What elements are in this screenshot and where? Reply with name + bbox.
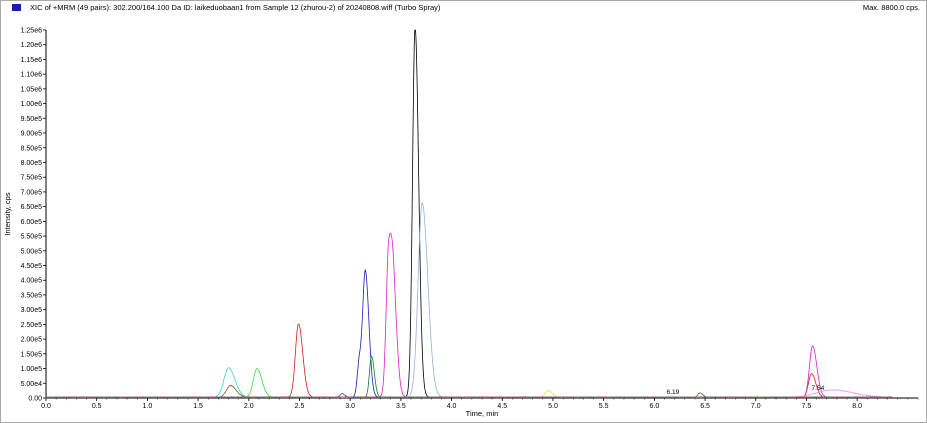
y-tick-label: 8.00e5 — [21, 160, 43, 167]
x-tick-label: 2.0 — [244, 403, 254, 410]
x-tick-label: 7.5 — [802, 403, 812, 410]
y-tick-label: 2.50e5 — [21, 322, 43, 329]
x-tick-label: 4.5 — [497, 403, 507, 410]
x-tick-label: 3.5 — [396, 403, 406, 410]
trace-line — [46, 389, 893, 399]
trace-line — [45, 323, 893, 399]
y-tick-label: 1.10e6 — [21, 72, 43, 79]
trace-line — [45, 367, 893, 399]
y-tick-label: 3.50e5 — [21, 292, 43, 299]
x-tick-label: 1.0 — [143, 403, 153, 410]
trace-line — [45, 269, 893, 399]
trace-line — [45, 384, 893, 399]
trace-line — [45, 355, 893, 399]
x-tick-label: 4.0 — [447, 403, 457, 410]
y-tick-label: 5.00e4 — [21, 381, 43, 388]
trace-line — [45, 368, 893, 399]
x-tick-label: 1.5 — [193, 403, 203, 410]
x-tick-label: 0.5 — [92, 403, 102, 410]
trace-line — [45, 29, 893, 399]
chromatogram-plot[interactable]: 0.0 0.5 1.0 1.5 2.0 2.5 3.0 3.5 4.0 4.5 5.0 5.5 6.0 6… — [0, 0, 927, 423]
trace-line — [45, 202, 893, 399]
y-tick-label: 1.00e6 — [21, 101, 43, 108]
x-tick-label: 2.5 — [295, 403, 305, 410]
y-tick-label: 1.00e5 — [21, 366, 43, 373]
y-tick-label: 8.50e5 — [21, 145, 43, 152]
y-tick-label: 9.50e5 — [21, 116, 43, 123]
y-tick-label: 6.00e5 — [21, 219, 43, 226]
peak-rt-label: 6.19 — [667, 389, 680, 396]
x-tick-label: 7.0 — [751, 403, 761, 410]
peak-rt-label: 7.54 — [812, 385, 825, 392]
y-tick-label: 7.00e5 — [21, 189, 43, 196]
y-tick-label: 4.50e5 — [21, 263, 43, 270]
trace-line — [45, 232, 893, 399]
x-tick-label: 6.0 — [650, 403, 660, 410]
y-tick-label: 2.00e5 — [21, 337, 43, 344]
y-tick-label: 1.05e6 — [21, 86, 43, 93]
trace-line — [45, 393, 893, 399]
y-tick-label: 5.50e5 — [21, 234, 43, 241]
y-tick-label: 9.00e5 — [21, 131, 43, 138]
y-tick-label: 1.15e6 — [21, 57, 43, 64]
y-tick-label: 3.00e5 — [21, 307, 43, 314]
y-tick-label: 1.25e6 — [21, 28, 43, 35]
y-tick-label: 6.50e5 — [21, 204, 43, 211]
x-tick-label: 8.0 — [852, 403, 862, 410]
y-tick-label: 1.50e5 — [21, 351, 43, 358]
x-tick-label: 5.5 — [599, 403, 609, 410]
x-tick-label: 5.0 — [548, 403, 558, 410]
x-tick-label: 3.0 — [345, 403, 355, 410]
y-axis-title: Intensity, cps — [3, 192, 12, 235]
y-tick-label: 5.00e5 — [21, 248, 43, 255]
x-tick-label: 0.0 — [41, 403, 51, 410]
trace-line — [45, 345, 893, 399]
y-tick-label: 7.50e5 — [21, 175, 43, 182]
y-tick-label: 4.00e5 — [21, 278, 43, 285]
x-tick-label: 6.5 — [700, 403, 710, 410]
x-axis-title: Time, min — [466, 409, 499, 418]
y-tick-label: 0.00 — [28, 396, 42, 403]
y-tick-label: 1.20e6 — [21, 42, 43, 49]
